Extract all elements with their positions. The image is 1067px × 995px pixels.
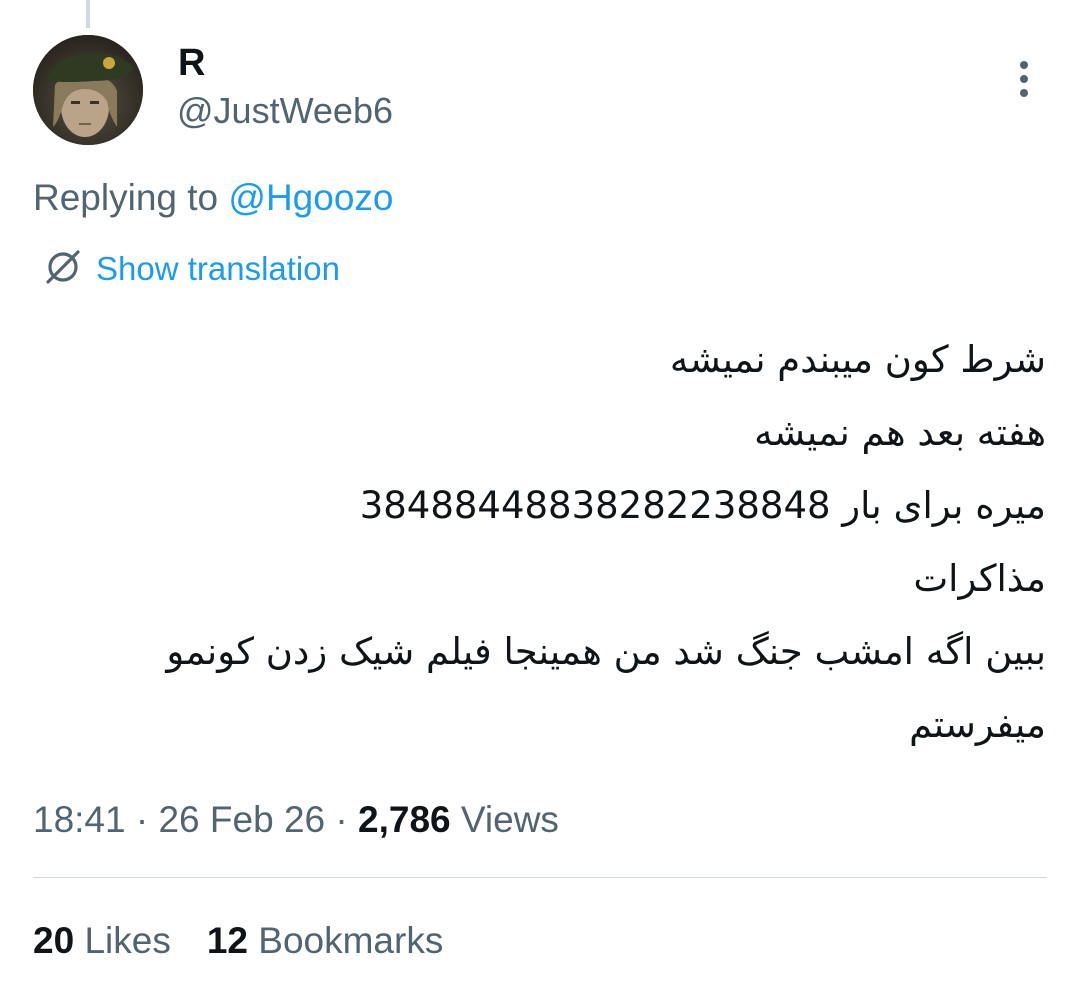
tweet-text: شرط کون میبندم نمیشه هفته بعد هم نمیشه م… bbox=[26, 323, 1046, 761]
divider bbox=[33, 877, 1047, 878]
replying-to: Replying to @Hgoozo bbox=[33, 175, 393, 221]
show-translation-button[interactable]: Show translation bbox=[44, 247, 340, 291]
tweet-meta: 18:41 · 26 Feb 26 · 2,786 Views bbox=[33, 796, 559, 844]
tweet-text-line: میره برای بار 3848844883828223884​8 bbox=[359, 484, 1046, 527]
bookmarks-stat[interactable]: 12 Bookmarks bbox=[207, 917, 444, 965]
author-handle[interactable]: @JustWeeb6 bbox=[177, 89, 393, 133]
bookmarks-label: Bookmarks bbox=[258, 920, 444, 961]
reply-mention-link[interactable]: @Hgoozo bbox=[228, 177, 393, 218]
more-options-button[interactable] bbox=[1004, 57, 1044, 101]
globe-icon bbox=[44, 248, 82, 291]
tweet-text-line: شرط کون میبندم نمیشه bbox=[669, 338, 1046, 381]
meta-separator: · bbox=[335, 799, 348, 840]
tweet-text-line: ببین اگه امشب جنگ شد من همینجا فیلم شیک … bbox=[166, 630, 1046, 673]
avatar[interactable] bbox=[33, 35, 143, 145]
tweet-text-line: مذاکرات bbox=[913, 557, 1046, 600]
thread-connector-line bbox=[86, 0, 90, 28]
likes-stat[interactable]: 20 Likes bbox=[33, 917, 171, 965]
views-label: Views bbox=[460, 799, 559, 840]
more-dot-icon bbox=[1020, 89, 1028, 97]
likes-label: Likes bbox=[84, 920, 171, 961]
replying-to-prefix: Replying to bbox=[33, 177, 219, 218]
engagement-stats: 20 Likes 12 Bookmarks bbox=[33, 917, 443, 965]
views-count: 2,786 bbox=[358, 799, 451, 840]
tweet-date[interactable]: 26 Feb 26 bbox=[158, 799, 325, 840]
show-translation-label: Show translation bbox=[96, 250, 340, 287]
bookmarks-count: 12 bbox=[206, 920, 248, 961]
author-display-name[interactable]: R bbox=[178, 41, 205, 85]
tweet-text-line: هفته بعد هم نمیشه bbox=[754, 411, 1046, 454]
more-dot-icon bbox=[1020, 75, 1028, 83]
tweet-text-line: میفرستم bbox=[909, 703, 1046, 746]
meta-separator: · bbox=[135, 799, 149, 840]
profile-photo bbox=[33, 35, 143, 145]
tweet-time[interactable]: 18:41 bbox=[33, 799, 126, 840]
more-dot-icon bbox=[1020, 61, 1028, 69]
likes-count: 20 bbox=[33, 920, 75, 961]
